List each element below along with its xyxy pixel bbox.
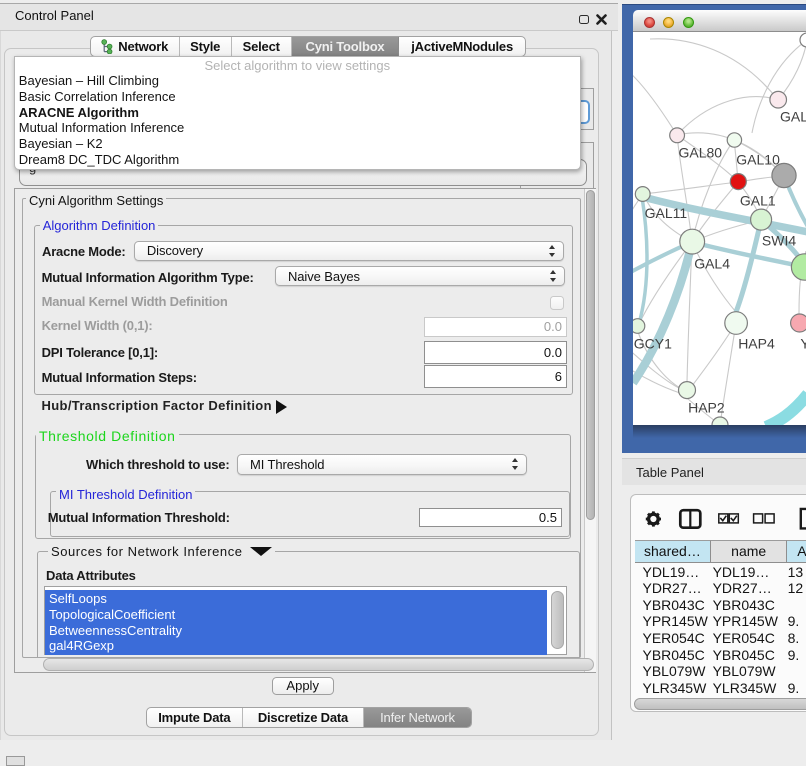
svg-text:GAL: GAL	[780, 109, 806, 125]
svg-text:GAL4: GAL4	[694, 256, 730, 272]
svg-text:GCY1: GCY1	[634, 336, 672, 352]
svg-text:SWI4: SWI4	[762, 233, 796, 249]
svg-text:Y: Y	[800, 336, 806, 352]
svg-text:HAP4: HAP4	[738, 336, 775, 352]
svg-text:GAL10: GAL10	[736, 152, 780, 168]
svg-text:GAL11: GAL11	[645, 205, 688, 221]
svg-text:GAL80: GAL80	[679, 145, 723, 161]
svg-text:HAP2: HAP2	[688, 400, 725, 416]
svg-text:GAL1: GAL1	[740, 193, 776, 209]
